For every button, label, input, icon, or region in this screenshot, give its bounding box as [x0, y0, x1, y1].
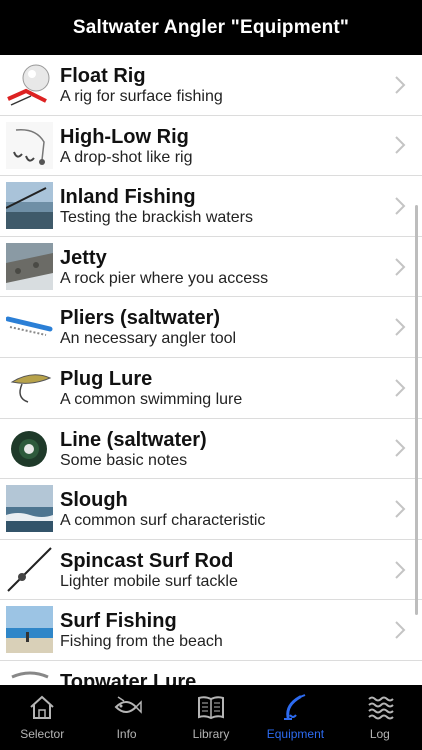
item-subtitle: A rock pier where you access	[60, 269, 269, 287]
item-title: Jetty	[60, 246, 107, 269]
chevron-right-icon	[395, 560, 406, 579]
item-title: Surf Fishing	[60, 610, 177, 633]
topwater-lure-thumbnail	[6, 666, 53, 685]
tab-selector[interactable]: Selector	[0, 685, 84, 750]
list-item-float-rig[interactable]: Float Rig A rig for surface fishing	[0, 55, 422, 116]
chevron-right-icon	[395, 621, 406, 639]
list-item-inland-fishing[interactable]: Inland Fishing Testing the brackish wate…	[0, 176, 422, 237]
chevron-right-icon	[395, 136, 406, 155]
list-item-slough[interactable]: Slough A common surf characteristic	[0, 479, 422, 540]
list-item-surf-fishing[interactable]: Surf Fishing Fishing from the beach	[0, 600, 422, 661]
item-subtitle: Testing the brackish waters	[60, 209, 253, 227]
chevron-right-icon	[395, 257, 406, 276]
list-item-line[interactable]: Line (saltwater) Some basic notes	[0, 419, 422, 480]
item-title: Spincast Surf Rod	[60, 549, 234, 572]
equipment-list[interactable]: Float Rig A rig for surface fishing High…	[0, 55, 422, 685]
waves-icon	[368, 696, 394, 720]
chevron-right-icon	[395, 379, 406, 397]
item-title: Line (saltwater)	[60, 428, 207, 451]
item-title: Slough	[60, 489, 128, 512]
line-spool-thumbnail	[6, 424, 53, 472]
list-item-pliers[interactable]: Pliers (saltwater) An necessary angler t…	[0, 297, 422, 358]
house-icon	[30, 695, 54, 719]
list-item-high-low-rig[interactable]: High-Low Rig A drop-shot like rig	[0, 116, 422, 177]
item-subtitle: A common swimming lure	[60, 390, 243, 408]
pliers-thumbnail	[6, 303, 53, 351]
item-title: High-Low Rig	[60, 125, 189, 148]
jetty-thumbnail	[6, 242, 53, 290]
float-rig-thumbnail	[6, 61, 53, 108]
tab-library[interactable]: Library	[169, 685, 253, 750]
item-subtitle: Some basic notes	[60, 451, 188, 469]
item-title: Inland Fishing	[60, 186, 196, 209]
book-icon	[198, 696, 225, 720]
plug-lure-thumbnail	[6, 363, 53, 411]
tab-label: Library	[192, 727, 230, 741]
scrollbar[interactable]	[415, 205, 418, 615]
list-item-topwater-lure[interactable]: Topwater Lure	[0, 661, 422, 685]
chevron-right-icon	[395, 439, 406, 458]
page-title: Saltwater Angler "Equipment"	[72, 16, 350, 38]
chevron-right-icon	[395, 197, 406, 215]
item-subtitle: An necessary angler tool	[60, 330, 237, 348]
lure-icon	[284, 694, 306, 720]
chevron-right-icon	[395, 318, 406, 336]
tab-label: Log	[369, 727, 390, 741]
high-low-rig-thumbnail	[6, 121, 53, 169]
item-subtitle: A rig for surface fishing	[60, 88, 223, 105]
item-title: Topwater Lure	[60, 670, 197, 685]
list-item-spincast-surf-rod[interactable]: Spincast Surf Rod Lighter mobile surf ta…	[0, 540, 422, 601]
item-title: Pliers (saltwater)	[60, 307, 221, 330]
inland-fishing-thumbnail	[6, 182, 53, 230]
tab-equipment[interactable]: Equipment	[253, 685, 337, 750]
fish-info-icon	[114, 696, 142, 714]
chevron-right-icon	[395, 76, 406, 94]
list-item-plug-lure[interactable]: Plug Lure A common swimming lure	[0, 358, 422, 419]
item-title: Plug Lure	[60, 367, 153, 390]
item-title: Float Rig	[60, 65, 146, 87]
slough-thumbnail	[6, 485, 53, 533]
tab-label: Selector	[20, 727, 65, 741]
list-item-jetty[interactable]: Jetty A rock pier where you access	[0, 237, 422, 298]
tab-label: Info	[116, 727, 137, 741]
navigation-bar: Saltwater Angler "Equipment"	[0, 0, 422, 55]
item-subtitle: Lighter mobile surf tackle	[60, 572, 238, 590]
tab-log[interactable]: Log	[338, 685, 422, 750]
tab-label: Equipment	[266, 727, 325, 741]
surf-fishing-thumbnail	[6, 606, 53, 654]
item-subtitle: A common surf characteristic	[60, 512, 266, 530]
spincast-rod-thumbnail	[6, 545, 53, 593]
chevron-right-icon	[395, 500, 406, 518]
item-subtitle: A drop-shot like rig	[60, 148, 193, 166]
tab-bar: Selector Info Library Equipment Log	[0, 685, 422, 750]
item-subtitle: Fishing from the beach	[60, 633, 223, 651]
tab-info[interactable]: Info	[84, 685, 168, 750]
